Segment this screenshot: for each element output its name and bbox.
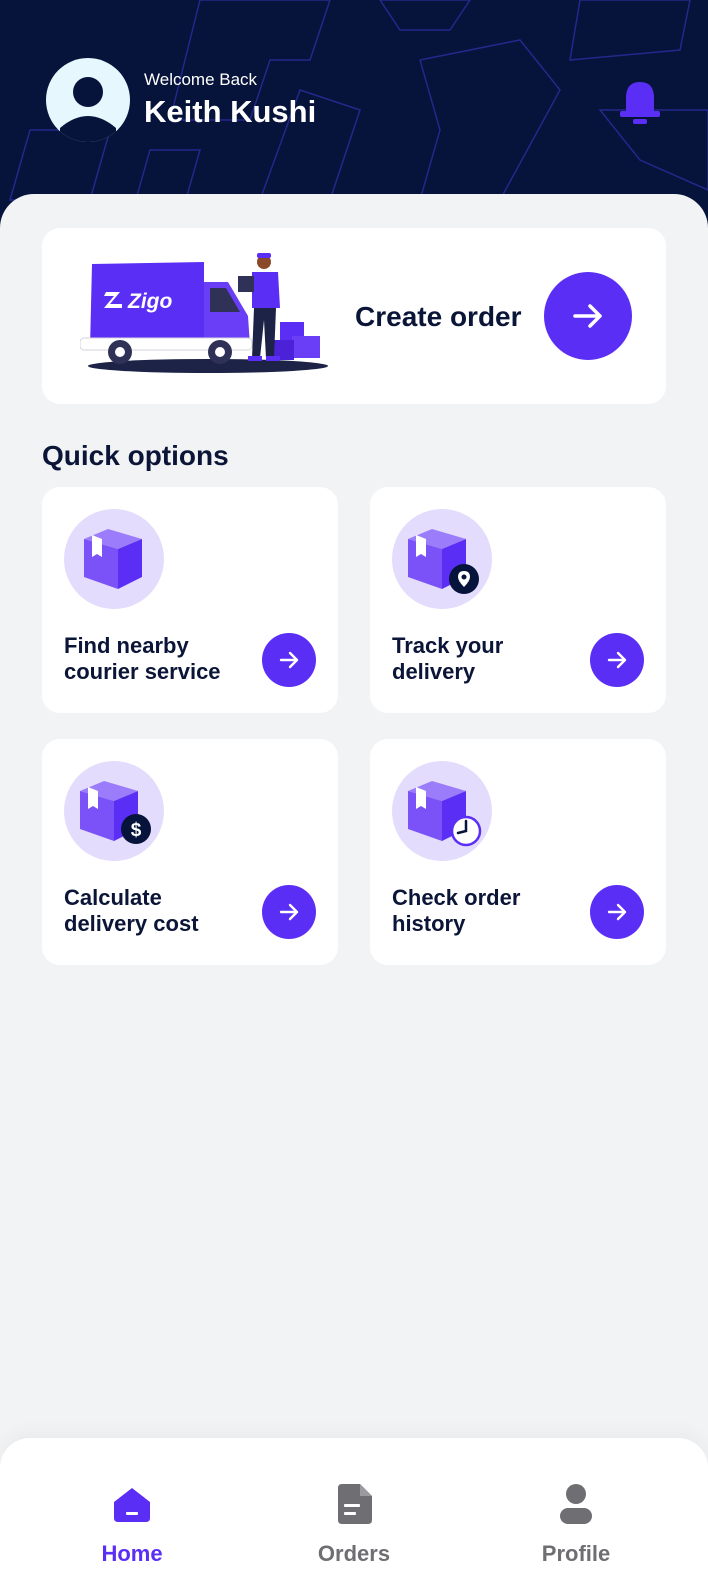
option-card-order-history[interactable]: Check order history (370, 739, 666, 965)
option-icon-bg: $ (64, 761, 164, 861)
user-avatar-icon (60, 77, 116, 142)
nav-label: Profile (541, 1541, 611, 1566)
option-label: Find nearby courier service (64, 633, 221, 684)
svg-text:$: $ (131, 820, 142, 841)
option-arrow-button[interactable] (590, 633, 644, 687)
create-order-button[interactable] (544, 272, 632, 360)
nav-item-profile[interactable]: Profile (506, 1482, 646, 1567)
delivery-truck-illustration: Zigo (80, 253, 328, 373)
quick-options-title: Quick options (42, 440, 229, 471)
option-card-find-courier[interactable]: Find nearby courier service (42, 487, 338, 713)
box-location-icon (408, 529, 479, 594)
truck-brand-text: Zigo (127, 290, 172, 313)
arrow-right-icon (573, 304, 602, 328)
arrow-right-icon (607, 903, 627, 921)
option-arrow-button[interactable] (590, 885, 644, 939)
option-card-calculate-cost[interactable]: $ Calculate delivery cost (42, 739, 338, 965)
avatar[interactable] (46, 58, 130, 142)
option-icon-bg (392, 761, 492, 861)
nav-label: Orders (317, 1541, 391, 1566)
arrow-right-icon (279, 903, 299, 921)
orders-icon (338, 1484, 372, 1524)
option-label: Track your delivery (392, 633, 504, 684)
option-card-track-delivery[interactable]: Track your delivery (370, 487, 666, 713)
user-name: Keith Kushi (144, 94, 317, 129)
box-icon (84, 529, 142, 589)
create-order-label: Create order (355, 301, 522, 332)
welcome-text: Welcome Back (144, 70, 258, 89)
profile-icon (560, 1484, 592, 1524)
option-icon-bg (392, 509, 492, 609)
nav-label: Home (101, 1541, 163, 1566)
nav-item-home[interactable]: Home (62, 1482, 202, 1567)
create-order-card[interactable]: Zigo Create order (42, 228, 666, 404)
option-arrow-button[interactable] (262, 885, 316, 939)
home-icon (114, 1488, 150, 1522)
arrow-right-icon (279, 651, 299, 669)
box-clock-icon (408, 781, 482, 847)
option-label: Calculate delivery cost (64, 885, 199, 936)
box-dollar-icon: $ (80, 781, 151, 844)
arrow-right-icon (607, 651, 627, 669)
option-arrow-button[interactable] (262, 633, 316, 687)
option-icon-bg (64, 509, 164, 609)
bell-icon[interactable] (618, 78, 662, 126)
bottom-nav: Home Orders Profile (0, 1438, 708, 1590)
nav-item-orders[interactable]: Orders (284, 1482, 424, 1567)
option-label: Check order history (392, 885, 521, 936)
